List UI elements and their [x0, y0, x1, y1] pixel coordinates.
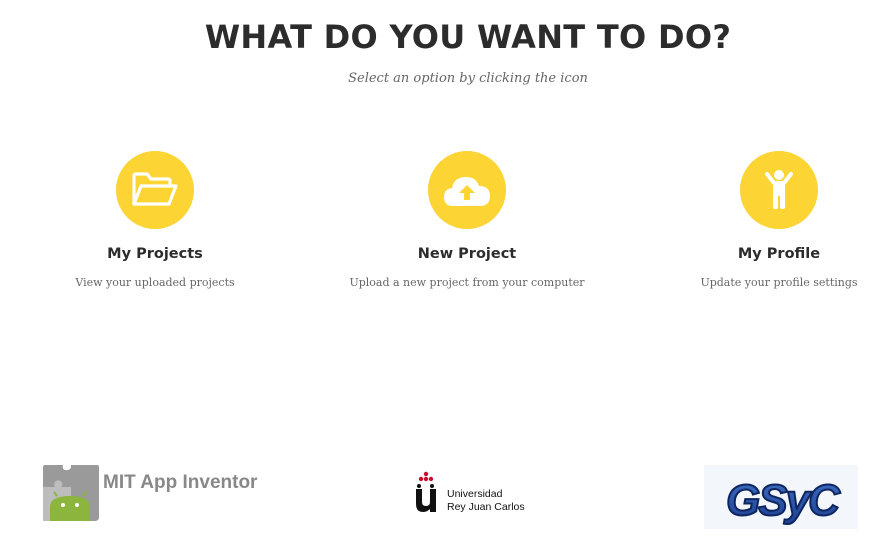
new-project-description: Upload a new project from your computer	[349, 276, 585, 289]
urjc-logo: Universidad Rey Juan Carlos	[413, 470, 528, 518]
child-user-icon	[765, 170, 793, 209]
my-profile-description: Update your profile settings	[700, 276, 858, 289]
urjc-logo-text: Universidad Rey Juan Carlos	[447, 488, 525, 514]
svg-text:GSyC: GSyC	[726, 476, 841, 525]
my-projects-label[interactable]: My Projects	[5, 246, 305, 262]
page-title: WHAT DO YOU WANT TO DO?	[204, 18, 732, 56]
mit-logo-text: MIT App Inventor	[103, 472, 258, 493]
option-new-project[interactable]: New Project Upload a new project from yo…	[317, 151, 617, 289]
page-subtitle: Select an option by clicking the icon	[348, 71, 588, 86]
option-my-projects[interactable]: My Projects View your uploaded projects	[5, 151, 305, 289]
cloud-upload-icon	[444, 177, 490, 206]
my-projects-button[interactable]	[116, 151, 194, 229]
mit-app-inventor-logo: MIT App Inventor	[41, 463, 258, 523]
new-project-button[interactable]	[428, 151, 506, 229]
urjc-crest-icon	[416, 471, 436, 512]
gsyc-logo: GSyC	[704, 465, 858, 529]
my-profile-label[interactable]: My Profile	[629, 246, 892, 262]
android-puzzle-icon	[43, 465, 99, 521]
option-my-profile[interactable]: My Profile Update your profile settings	[629, 151, 892, 289]
urjc-line-1: Universidad	[447, 488, 503, 500]
folder-open-icon	[132, 172, 178, 206]
urjc-line-2: Rey Juan Carlos	[447, 501, 525, 513]
my-projects-description: View your uploaded projects	[75, 276, 235, 289]
gsyc-logo-graphic: GSyC	[725, 475, 844, 526]
new-project-label[interactable]: New Project	[317, 246, 617, 262]
my-profile-button[interactable]	[740, 151, 818, 229]
